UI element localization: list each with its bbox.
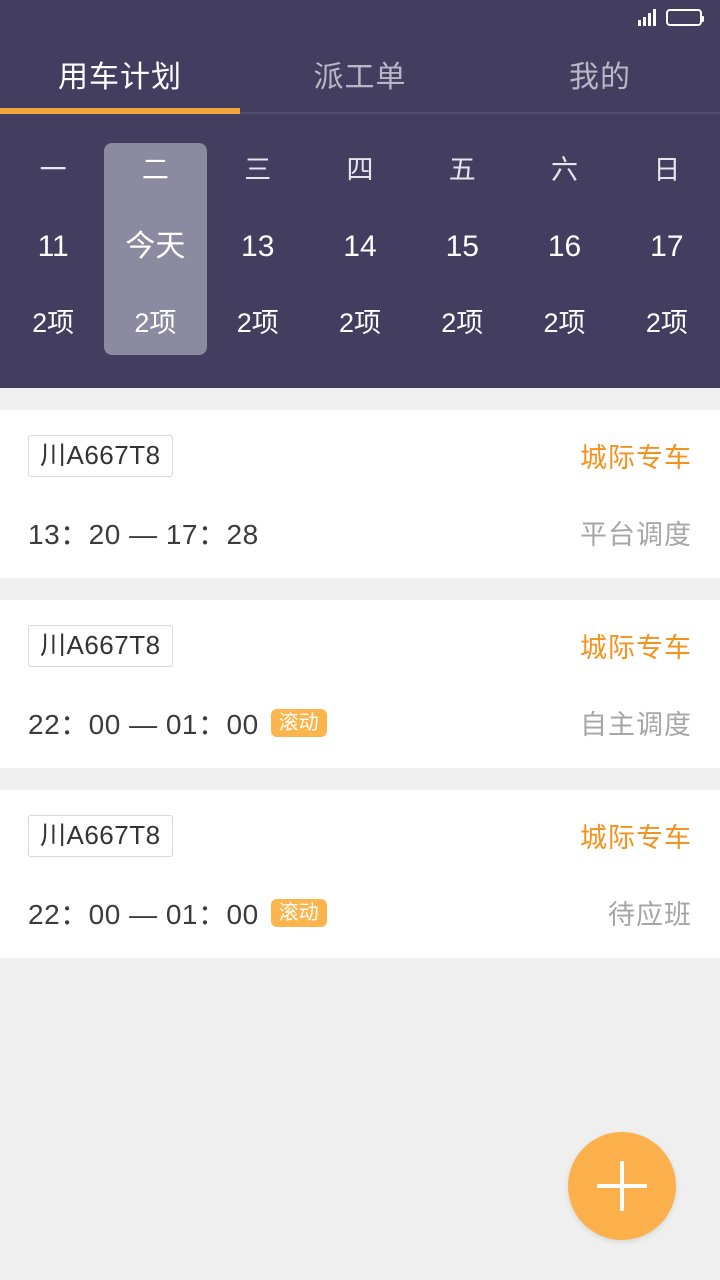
date-count: 2项 xyxy=(32,308,75,338)
plan-time-wrap: 22：00 — 01：00 滚动 xyxy=(28,893,327,933)
app-root: 用车计划 派工单 我的 一 11 2项 二 今天 2项 三 13 2项 四 14… xyxy=(0,0,720,1280)
tab-bar: 用车计划 派工单 我的 xyxy=(0,34,720,114)
status-bar-icons xyxy=(638,8,704,26)
tab-dispatch-order[interactable]: 派工单 xyxy=(240,34,480,114)
date-number: 11 xyxy=(37,230,69,263)
signal-bars-icon xyxy=(638,8,656,26)
header: 用车计划 派工单 我的 一 11 2项 二 今天 2项 三 13 2项 四 14… xyxy=(0,0,720,388)
date-count: 2项 xyxy=(645,308,688,338)
date-count: 2项 xyxy=(543,308,586,338)
plan-card-top-row: 川A667T8 城际专车 xyxy=(28,815,692,857)
service-category: 城际专车 xyxy=(580,823,692,854)
plan-time-range: 13：20 — 17：28 xyxy=(28,518,259,550)
date-cell-today[interactable]: 二 今天 2项 xyxy=(104,143,207,355)
plan-card[interactable]: 川A667T8 城际专车 22：00 — 01：00 滚动 自主调度 xyxy=(0,600,720,768)
date-number: 14 xyxy=(343,230,377,263)
date-number: 17 xyxy=(650,230,684,263)
date-weekday: 四 xyxy=(346,155,374,185)
date-weekday: 一 xyxy=(39,155,67,185)
plan-time-wrap: 22：00 — 01：00 滚动 xyxy=(28,703,327,743)
service-category: 城际专车 xyxy=(580,633,692,664)
date-count: 2项 xyxy=(338,308,381,338)
date-strip: 一 11 2项 二 今天 2项 三 13 2项 四 14 2项 五 15 2项 … xyxy=(0,114,720,384)
date-number: 16 xyxy=(547,230,582,263)
date-weekday: 三 xyxy=(244,155,272,185)
dispatch-type: 待应班 xyxy=(608,900,692,931)
plan-card-bottom-row: 13：20 — 17：28 平台调度 xyxy=(28,513,692,553)
tab-label: 用车计划 xyxy=(58,61,182,94)
tab-label: 我的 xyxy=(569,61,631,94)
plan-time-range: 22：00 — 01：00 xyxy=(28,708,259,740)
plan-time-range: 22：00 — 01：00 xyxy=(28,898,259,930)
rolling-badge: 滚动 xyxy=(270,708,327,737)
date-weekday: 二 xyxy=(141,155,169,185)
date-count: 2项 xyxy=(134,308,177,338)
plan-time-wrap: 13：20 — 17：28 xyxy=(28,513,259,553)
date-cell-fri[interactable]: 五 15 2项 xyxy=(411,143,513,355)
plus-icon xyxy=(597,1161,647,1211)
plan-card-bottom-row: 22：00 — 01：00 滚动 自主调度 xyxy=(28,703,692,743)
rolling-badge: 滚动 xyxy=(270,898,327,927)
list-gap xyxy=(0,768,720,790)
status-bar xyxy=(0,0,720,34)
dispatch-type: 自主调度 xyxy=(580,710,692,741)
plan-list: 川A667T8 城际专车 13：20 — 17：28 平台调度 川A667T8 … xyxy=(0,388,720,958)
license-plate: 川A667T8 xyxy=(28,625,173,667)
tab-label: 派工单 xyxy=(313,61,407,94)
date-number: 13 xyxy=(241,230,275,263)
date-number: 今天 xyxy=(125,230,186,263)
date-cell-wed[interactable]: 三 13 2项 xyxy=(207,143,309,355)
date-cell-thu[interactable]: 四 14 2项 xyxy=(309,143,411,355)
date-cell-sun[interactable]: 日 17 2项 xyxy=(616,143,718,355)
tab-vehicle-plan[interactable]: 用车计划 xyxy=(0,34,240,114)
date-number: 15 xyxy=(445,230,479,263)
license-plate: 川A667T8 xyxy=(28,815,173,857)
list-gap xyxy=(0,388,720,410)
tab-mine[interactable]: 我的 xyxy=(480,34,720,114)
date-count: 2项 xyxy=(441,308,484,338)
dispatch-type: 平台调度 xyxy=(580,520,692,551)
date-weekday: 五 xyxy=(448,155,476,185)
plan-card-top-row: 川A667T8 城际专车 xyxy=(28,435,692,477)
add-plan-button[interactable] xyxy=(568,1132,676,1240)
date-weekday: 日 xyxy=(653,155,681,185)
list-gap xyxy=(0,578,720,600)
plan-card[interactable]: 川A667T8 城际专车 22：00 — 01：00 滚动 待应班 xyxy=(0,790,720,958)
license-plate: 川A667T8 xyxy=(28,435,173,477)
plan-card-bottom-row: 22：00 — 01：00 滚动 待应班 xyxy=(28,893,692,933)
plan-card-top-row: 川A667T8 城际专车 xyxy=(28,625,692,667)
tab-active-indicator xyxy=(0,108,240,114)
date-count: 2项 xyxy=(236,308,279,338)
date-weekday: 六 xyxy=(551,155,579,185)
battery-icon xyxy=(666,8,704,26)
date-cell-mon[interactable]: 一 11 2项 xyxy=(2,143,104,355)
service-category: 城际专车 xyxy=(580,443,692,474)
date-cell-sat[interactable]: 六 16 2项 xyxy=(513,143,615,355)
plan-card[interactable]: 川A667T8 城际专车 13：20 — 17：28 平台调度 xyxy=(0,410,720,578)
